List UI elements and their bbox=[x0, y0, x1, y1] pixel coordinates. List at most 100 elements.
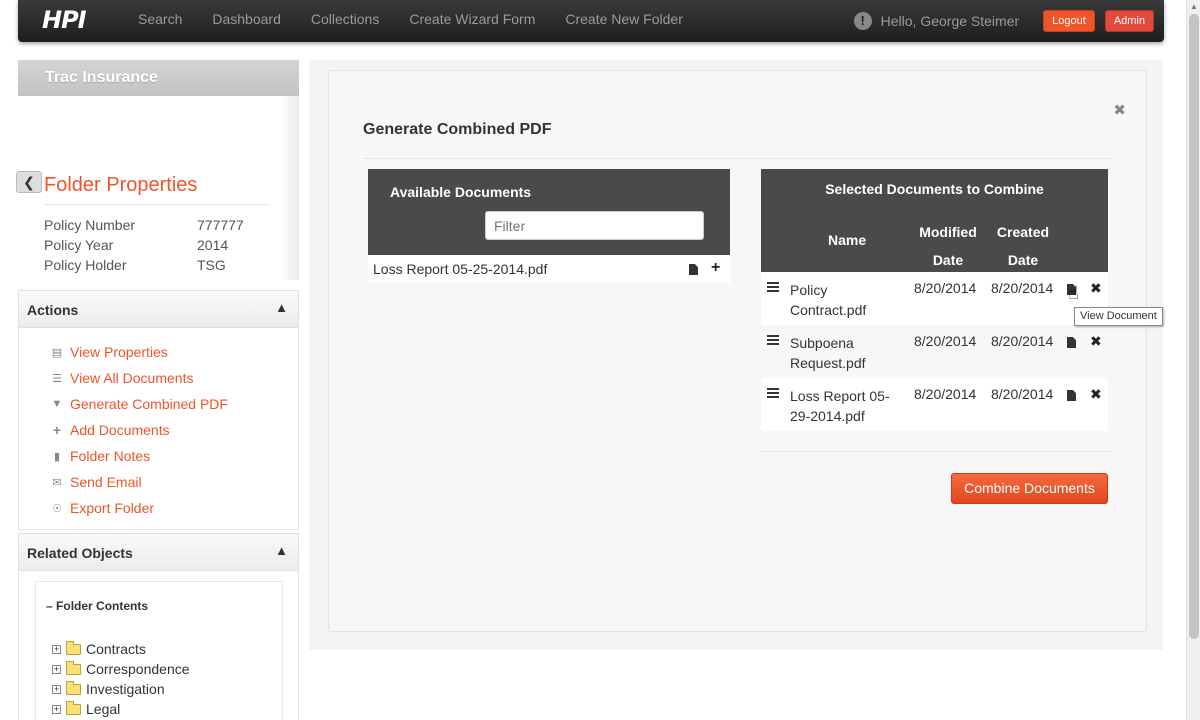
remove-icon[interactable]: ✖ bbox=[1090, 333, 1102, 350]
sidebar: Trac Insurance ❮ Folder Properties Polic… bbox=[16, 60, 299, 720]
doc-name-line: Request.pdf bbox=[790, 355, 866, 371]
col-header-name[interactable]: Name bbox=[828, 232, 866, 248]
remove-icon[interactable]: ✖ bbox=[1090, 386, 1102, 403]
col-header-text: Modified bbox=[919, 224, 977, 240]
folder-contents-header[interactable]: – Folder Contents bbox=[46, 599, 148, 613]
view-document-icon[interactable] bbox=[1067, 337, 1076, 348]
related-objects-body: – Folder Contents + Contracts + Correspo… bbox=[18, 571, 299, 720]
folder-icon bbox=[66, 660, 81, 675]
tree-item-investigation[interactable]: + Investigation bbox=[52, 680, 165, 697]
actions-list: ▤ View Properties ☰ View All Documents ▼… bbox=[18, 328, 299, 530]
document-icon[interactable] bbox=[689, 264, 698, 275]
available-doc-row: Loss Report 05-25-2014.pdf + bbox=[368, 255, 730, 283]
modified-date: 8/20/2014 bbox=[914, 280, 977, 296]
expand-icon[interactable]: + bbox=[52, 704, 61, 714]
nav-create-wizard-form[interactable]: Create Wizard Form bbox=[394, 0, 550, 42]
available-documents-panel: Available Documents Loss Report 05-25-20… bbox=[368, 169, 730, 283]
expand-icon[interactable]: + bbox=[52, 664, 61, 674]
folder-icon bbox=[66, 640, 81, 655]
remove-icon[interactable]: ✖ bbox=[1090, 280, 1102, 297]
scroll-up-icon[interactable]: ▲ bbox=[1190, 2, 1198, 11]
modal-title: Generate Combined PDF bbox=[363, 121, 552, 138]
selected-doc-row: Loss Report 05- 29-2014.pdf 8/20/2014 8/… bbox=[761, 378, 1108, 431]
nav-collections[interactable]: Collections bbox=[296, 0, 394, 42]
col-header-text: Created bbox=[996, 224, 1050, 240]
property-row: Policy Number 777777 bbox=[44, 217, 244, 233]
combine-documents-button[interactable]: Combine Documents bbox=[951, 473, 1108, 504]
export-icon: ☉ bbox=[52, 502, 62, 515]
doc-name: Subpoena Request.pdf bbox=[790, 333, 905, 373]
main-content: ✖ Generate Combined PDF Available Docume… bbox=[309, 60, 1163, 650]
user-greeting: Hello, George Steimer bbox=[880, 13, 1020, 29]
modified-date: 8/20/2014 bbox=[914, 386, 977, 402]
envelope-icon: ✉ bbox=[52, 476, 62, 489]
top-navbar: HPI Search Dashboard Collections Create … bbox=[18, 0, 1164, 42]
tree-title: Folder Contents bbox=[56, 599, 149, 613]
action-folder-notes[interactable]: ▮ Folder Notes bbox=[51, 448, 150, 464]
chevron-up-icon[interactable]: ▲ bbox=[275, 543, 288, 558]
generate-pdf-modal: ✖ Generate Combined PDF Available Docume… bbox=[328, 70, 1147, 632]
close-icon[interactable]: ✖ bbox=[1113, 101, 1126, 119]
selected-documents-title: Selected Documents to Combine bbox=[825, 181, 1044, 197]
created-date: 8/20/2014 bbox=[991, 386, 1054, 402]
property-key: Policy Number bbox=[44, 217, 136, 233]
brand-logo[interactable]: HPI bbox=[42, 6, 87, 34]
drag-handle-icon[interactable] bbox=[767, 282, 779, 294]
view-document-tooltip: View Document bbox=[1074, 307, 1163, 326]
collapse-icon[interactable]: – bbox=[46, 599, 53, 613]
property-row: Policy Year 2014 bbox=[44, 237, 228, 253]
created-date: 8/20/2014 bbox=[991, 280, 1054, 296]
property-value: 777777 bbox=[197, 217, 244, 233]
property-row: Policy Holder TSG bbox=[44, 257, 226, 273]
col-header-modified[interactable]: Modified Date bbox=[911, 218, 985, 274]
tree-item-contracts[interactable]: + Contracts bbox=[52, 640, 146, 657]
doc-name: Loss Report 05- 29-2014.pdf bbox=[790, 386, 905, 426]
folder-properties-title: Folder Properties bbox=[44, 174, 198, 196]
filter-input[interactable] bbox=[485, 211, 704, 240]
chevron-up-icon[interactable]: ▲ bbox=[275, 300, 288, 315]
action-view-all-documents[interactable]: ☰ View All Documents bbox=[51, 370, 193, 386]
back-chevron-icon[interactable]: ❮ bbox=[16, 171, 42, 193]
list-icon: ▤ bbox=[51, 346, 63, 359]
admin-button[interactable]: Admin bbox=[1104, 10, 1154, 32]
nav-create-new-folder[interactable]: Create New Folder bbox=[550, 0, 698, 42]
page-scrollbar[interactable]: ▲ bbox=[1186, 0, 1200, 720]
drag-handle-icon[interactable] bbox=[767, 388, 779, 400]
action-add-documents[interactable]: + Add Documents bbox=[51, 422, 170, 438]
divider bbox=[44, 204, 269, 205]
actions-panel-header[interactable]: Actions ▲ bbox=[18, 290, 299, 328]
nav-dashboard[interactable]: Dashboard bbox=[197, 0, 296, 42]
sidebar-header: Trac Insurance bbox=[18, 60, 299, 96]
logout-button[interactable]: Logout bbox=[1043, 10, 1095, 32]
actions-title: Actions bbox=[27, 302, 79, 318]
tree-item-legal[interactable]: + Legal bbox=[52, 700, 120, 717]
view-document-icon[interactable] bbox=[1067, 390, 1076, 401]
folder-icon bbox=[66, 700, 81, 715]
doc-name-line: 29-2014.pdf bbox=[790, 408, 865, 424]
nav-user-area: ! Hello, George Steimer Logout Admin bbox=[853, 0, 1154, 42]
action-view-properties[interactable]: ▤ View Properties bbox=[51, 344, 168, 360]
doc-name-line: Contract.pdf bbox=[790, 302, 867, 318]
nav-search[interactable]: Search bbox=[123, 0, 197, 42]
action-generate-combined-pdf[interactable]: ▼ Generate Combined PDF bbox=[51, 396, 228, 412]
add-icon[interactable]: + bbox=[711, 260, 720, 276]
selected-doc-row: Subpoena Request.pdf 8/20/2014 8/20/2014… bbox=[761, 325, 1108, 378]
drag-handle-icon[interactable] bbox=[767, 335, 779, 347]
related-objects-panel-header[interactable]: Related Objects ▲ bbox=[18, 533, 299, 571]
folder-icon bbox=[66, 680, 81, 695]
doc-name-line: Subpoena bbox=[790, 335, 854, 351]
doc-name: Loss Report 05-25-2014.pdf bbox=[373, 261, 548, 277]
col-header-created[interactable]: Created Date bbox=[986, 218, 1060, 274]
action-send-email[interactable]: ✉ Send Email bbox=[51, 474, 142, 490]
action-label: Send Email bbox=[70, 474, 142, 490]
alert-icon[interactable]: ! bbox=[853, 12, 872, 30]
expand-icon[interactable]: + bbox=[52, 644, 61, 654]
expand-icon[interactable]: + bbox=[52, 684, 61, 694]
available-documents-header: Available Documents bbox=[368, 169, 730, 255]
divider bbox=[761, 451, 1112, 452]
action-export-folder[interactable]: ☉ Export Folder bbox=[51, 500, 154, 516]
tree-label: Investigation bbox=[86, 681, 165, 697]
tree-item-correspondence[interactable]: + Correspondence bbox=[52, 660, 190, 677]
action-label: Folder Notes bbox=[70, 448, 151, 464]
scroll-thumb[interactable] bbox=[1189, 14, 1199, 639]
